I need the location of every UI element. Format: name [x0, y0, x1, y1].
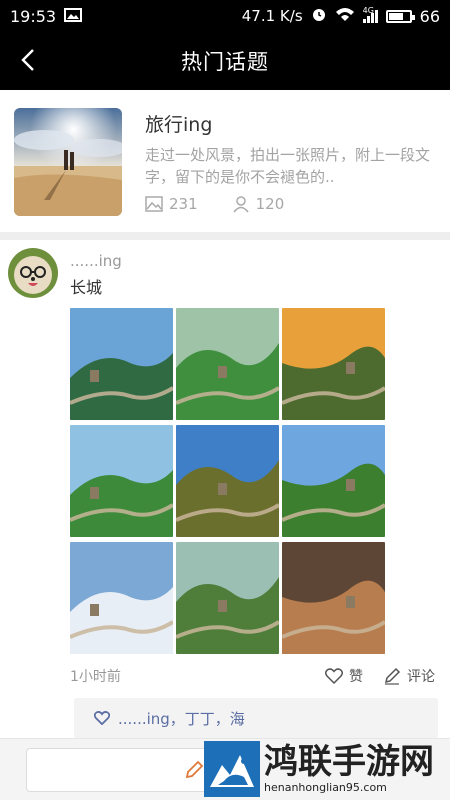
nav-bar: 热门话题: [0, 32, 450, 90]
avatar[interactable]: [8, 248, 58, 298]
battery-level: 66: [419, 6, 440, 26]
heart-icon: [325, 668, 343, 684]
photo-thumbnail[interactable]: [282, 425, 385, 537]
alarm-icon: [311, 6, 327, 26]
watermark-title: 鸿联手游网: [264, 742, 434, 782]
page-title: 热门话题: [181, 50, 269, 74]
liked-by-bar: ......ing，丁丁，海: [74, 698, 438, 738]
watermark-text: 鸿联手游网 henanhonglian95.com: [264, 743, 434, 795]
photo-count: 231: [169, 195, 198, 213]
comment-button[interactable]: 评论: [383, 666, 435, 686]
status-right: 47.1 K/s 4G 66: [242, 6, 440, 26]
post-time: 1小时前: [70, 669, 121, 685]
photo-thumbnail[interactable]: [176, 308, 279, 420]
watermark: 鸿联手游网 henanhonglian95.com: [204, 741, 450, 797]
status-bar: 19:53 47.1 K/s 4G 66: [0, 0, 450, 32]
app-screen: 19:53 47.1 K/s 4G 66 热门话题 旅行ing 走过一处风景，拍…: [0, 0, 450, 800]
photo-thumbnail[interactable]: [70, 308, 173, 420]
status-time: 19:53: [10, 6, 57, 26]
topic-card[interactable]: 旅行ing 走过一处风景，拍出一张照片，附上一段文字，留下的是你不会褪色的.. …: [0, 92, 450, 232]
member-count-stat: 120: [232, 195, 285, 213]
watermark-logo: [204, 741, 260, 797]
post-username[interactable]: ......ing: [70, 252, 122, 270]
post-meta: 1小时前 赞 评论: [70, 664, 435, 688]
post-actions: 赞 评论: [325, 666, 435, 686]
post-content: 长城: [70, 278, 103, 297]
photo-thumbnail[interactable]: [176, 542, 279, 654]
topic-description: 走过一处风景，拍出一张照片，附上一段文字，留下的是你不会褪色的..: [145, 146, 431, 186]
post-card: ......ing 长城 1小时前 赞 评论 ......ing，丁丁，海: [0, 240, 450, 760]
photo-thumbnail[interactable]: [70, 542, 173, 654]
photo-thumbnail[interactable]: [176, 425, 279, 537]
section-divider: [0, 232, 450, 240]
image-icon: [145, 196, 163, 212]
network-speed: 47.1 K/s: [241, 7, 303, 25]
edit-icon[interactable]: [183, 759, 205, 781]
image-notification-icon: [64, 7, 83, 26]
wifi-icon: [335, 6, 355, 26]
like-label: 赞: [349, 669, 363, 685]
topic-thumbnail: [14, 108, 122, 216]
topic-stats: 231 120: [145, 195, 284, 213]
comment-label: 评论: [407, 669, 435, 685]
pencil-icon: [384, 667, 401, 685]
like-button[interactable]: 赞: [325, 666, 363, 686]
chevron-left-icon: [21, 49, 34, 71]
photo-count-stat: 231: [145, 195, 198, 213]
back-button[interactable]: [14, 46, 42, 74]
photo-grid: [70, 308, 385, 654]
person-icon: [233, 196, 249, 213]
topic-name: 旅行ing: [145, 114, 213, 136]
signal-icon: 4G: [362, 6, 378, 23]
member-count: 120: [255, 195, 285, 213]
photo-thumbnail[interactable]: [70, 425, 173, 537]
heart-icon: [94, 711, 110, 725]
network-type: 4G: [362, 5, 374, 15]
photo-thumbnail[interactable]: [282, 542, 385, 654]
liked-by-names[interactable]: ......ing，丁丁，海: [118, 708, 245, 729]
photo-thumbnail[interactable]: [282, 308, 385, 420]
battery-icon: [385, 9, 415, 23]
watermark-url: henanhonglian95.com: [264, 781, 387, 794]
